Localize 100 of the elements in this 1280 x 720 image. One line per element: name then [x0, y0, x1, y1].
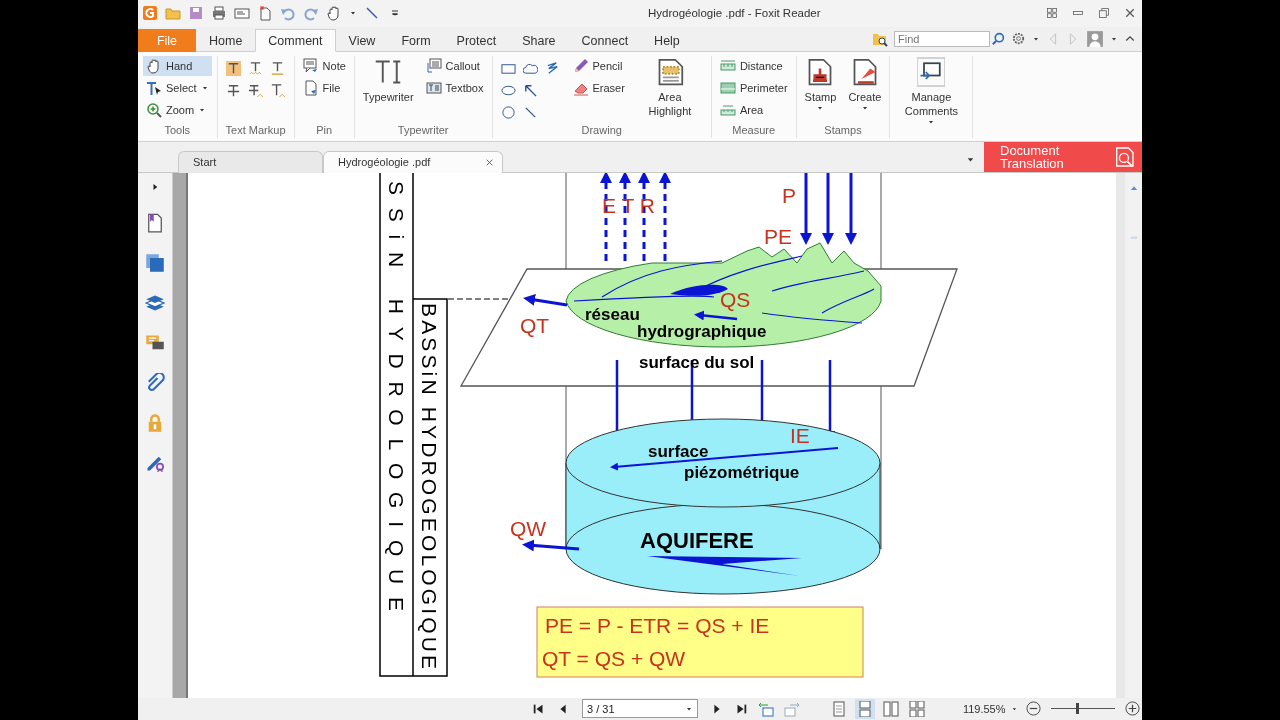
cloud-icon: [523, 61, 538, 77]
save-icon[interactable]: [188, 5, 204, 22]
view-mode-button[interactable]: [880, 698, 901, 719]
grid-icon[interactable]: [1046, 7, 1058, 20]
zoom-in-button[interactable]: [1123, 699, 1142, 719]
ribbon-tab[interactable]: Comment: [255, 28, 336, 52]
flux-label: QW: [509, 516, 547, 540]
settings-icon[interactable]: [1011, 31, 1026, 47]
insert-text-icon: [270, 83, 286, 99]
highlight-icon: [226, 61, 242, 77]
hand-icon: [146, 57, 162, 74]
flux-label: QT: [519, 313, 550, 337]
tool-button[interactable]: Typewriter: [359, 55, 417, 105]
tool-button[interactable]: Hand: [143, 55, 212, 76]
dictionary-icon: [1114, 144, 1136, 169]
tool-button[interactable]: Perimeter: [716, 77, 791, 98]
circle-icon: [501, 105, 516, 121]
hand-icon[interactable]: [326, 5, 342, 22]
facing-icon: [882, 700, 899, 717]
diagram-caption: piézométrique: [683, 462, 800, 482]
formula-text: QT = QS + QW: [541, 646, 686, 670]
window-title: Hydrogéologie .pdf - Foxit Reader: [648, 7, 821, 20]
tool-button[interactable]: Distance: [716, 55, 791, 76]
zoom-in-icon: [1125, 701, 1140, 717]
new-document-icon[interactable]: [257, 5, 273, 22]
close-icon[interactable]: [485, 157, 494, 167]
diagram-caption: réseau: [584, 304, 640, 324]
tool-button[interactable]: Create: [845, 55, 885, 116]
flow-arrow: [523, 293, 568, 307]
flux-label: IE: [789, 423, 810, 447]
diagram-caption: hydrographique: [636, 321, 767, 341]
translation-button[interactable]: Document Translation: [984, 141, 1142, 172]
flux-label: PE: [763, 224, 792, 248]
restore-icon[interactable]: [1098, 7, 1110, 20]
highlight-button[interactable]: [224, 59, 244, 79]
ribbon-tab[interactable]: View: [335, 28, 389, 52]
pages-icon: [144, 252, 165, 273]
zoom-out-icon: [1026, 701, 1042, 717]
ribbon-tab[interactable]: Help: [641, 28, 693, 52]
underline-icon: [270, 61, 286, 77]
page-number-field[interactable]: 3 / 31: [582, 699, 698, 719]
tool-button[interactable]: Note: [299, 55, 349, 76]
file-icon: [302, 79, 319, 96]
flux-label: E T R: [601, 193, 655, 217]
vertical-label: SSiN HYDROLOGIQUE: [384, 180, 408, 611]
zoom-slider-thumb[interactable]: [1075, 703, 1079, 715]
tool-button[interactable]: Zoom: [143, 99, 212, 120]
replace-text-icon: [248, 83, 264, 99]
tool-button[interactable]: Area: [716, 99, 791, 120]
tool-button[interactable]: Manage Comments: [895, 55, 968, 130]
arrow-icon: [523, 83, 538, 99]
rectangle-icon: [501, 61, 516, 77]
previous-view-icon: [757, 700, 774, 717]
continuous-facing-icon: [908, 700, 925, 717]
ruler-icon: [719, 57, 736, 74]
group-label: Stamps: [823, 123, 863, 138]
squiggly-icon: [248, 61, 264, 77]
single-page-icon: [830, 700, 847, 717]
tool-button[interactable]: Eraser: [569, 77, 628, 98]
view-mode-button[interactable]: [854, 698, 875, 719]
tool-button[interactable]: Callout: [422, 55, 487, 76]
printer-icon[interactable]: [211, 5, 227, 22]
tool-button[interactable]: Stamp: [801, 55, 840, 116]
zoom-level: 119.55%: [962, 702, 1006, 715]
search-field[interactable]: Find: [894, 30, 990, 47]
vertical-label: BASSiN HYDROGEOLOGIQUE: [417, 302, 441, 669]
group-label: Drawing: [580, 123, 623, 138]
diagram-caption: AQUIFERE: [639, 527, 754, 553]
tool-button[interactable]: File: [299, 77, 349, 98]
ribbon-tab[interactable]: Form: [388, 28, 444, 52]
flux-label: P: [781, 183, 796, 207]
zoom-out-button[interactable]: [1024, 699, 1044, 719]
tool-button[interactable]: Pencil: [569, 55, 628, 76]
tool-button[interactable]: Select: [143, 77, 212, 98]
ribbon-tab[interactable]: Connect: [568, 28, 642, 52]
search-icon[interactable]: [992, 32, 1005, 46]
textbox-icon: [425, 79, 442, 96]
pencil-icon: [572, 57, 589, 74]
view-mode-button[interactable]: [906, 698, 927, 719]
flow-arrow: [693, 310, 738, 321]
group-label: Typewriter: [396, 123, 450, 138]
flow-arrow: [521, 539, 580, 552]
note-icon: [302, 57, 319, 74]
group-label: Measure: [731, 123, 777, 138]
next-view-icon: [783, 700, 800, 717]
close-icon[interactable]: [1124, 7, 1136, 20]
comments-icon: [917, 56, 946, 87]
ribbon-tab[interactable]: Protect: [443, 28, 510, 52]
document-tab[interactable]: Start: [178, 150, 323, 173]
diagram-caption: surface: [647, 441, 709, 461]
app-logo-icon: [142, 5, 158, 22]
tool-button[interactable]: Textbox: [422, 77, 487, 98]
tool-button[interactable]: Area Highlight: [633, 55, 706, 119]
formula-text: PE = P - ETR = QS + IE: [544, 613, 770, 637]
zoom-icon: [146, 101, 162, 118]
ribbon-tab[interactable]: Share: [509, 28, 569, 52]
ribbon-tab[interactable]: Home: [196, 28, 256, 52]
strikeout-icon: [226, 83, 242, 99]
document-tab[interactable]: Hydrogéologie .pdf: [323, 150, 503, 173]
user-icon[interactable]: [1086, 29, 1104, 48]
